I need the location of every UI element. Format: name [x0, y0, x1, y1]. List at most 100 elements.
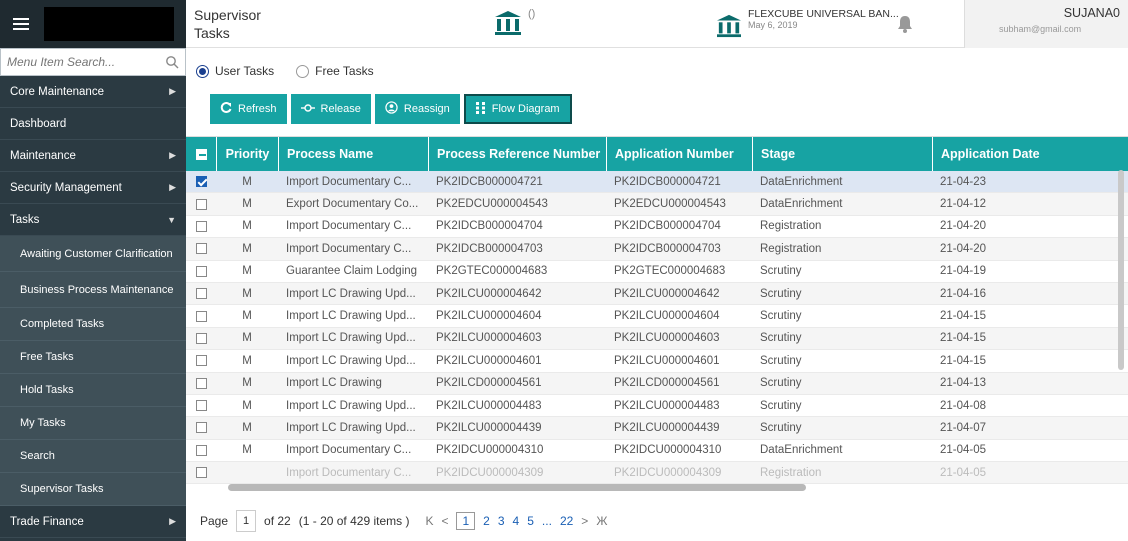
column-header-process-name[interactable]: Process Name [278, 137, 428, 171]
table-row[interactable]: M Import LC Drawing PK2ILCD000004561 PK2ILC… [186, 372, 1128, 395]
row-checkbox[interactable] [195, 355, 207, 367]
page-link-4[interactable]: 4 [513, 514, 520, 528]
grid-body: M Import Documentary C... PK2IDCB000004721… [186, 171, 1128, 485]
page-number-input[interactable]: 1 [236, 510, 257, 532]
user-menu[interactable]: SUJANA0 subham@gmail.com [964, 0, 1128, 48]
table-row[interactable]: M Import LC Drawing Upd... PK2ILCU00000460… [186, 350, 1128, 373]
last-page-icon[interactable]: Ж [596, 514, 607, 528]
row-checkbox[interactable] [195, 310, 207, 322]
page-link-22[interactable]: 22 [560, 514, 573, 528]
row-checkbox[interactable] [195, 332, 207, 344]
row-checkbox[interactable] [195, 243, 207, 255]
top-header: Supervisor Tasks () FLEXCUBE UNIVERSAL B… [186, 0, 1128, 48]
row-checkbox[interactable] [195, 288, 207, 300]
page-link-2[interactable]: 2 [483, 514, 490, 528]
row-checkbox-cell[interactable] [186, 467, 216, 479]
page-link-3[interactable]: 3 [498, 514, 505, 528]
table-row[interactable]: M Import Documentary C... PK2IDCB000004721… [186, 171, 1128, 194]
sidebar-subitem-business-process-maintenance[interactable]: Business Process Maintenance [0, 272, 186, 308]
hamburger-menu-icon[interactable] [8, 11, 34, 37]
column-header-priority[interactable]: Priority [216, 137, 278, 171]
cell-priority: M [242, 421, 252, 434]
row-checkbox-cell[interactable] [186, 220, 216, 232]
table-row[interactable]: Import Documentary C... PK2IDCU000004309 P… [186, 462, 1128, 485]
row-checkbox-cell[interactable] [186, 400, 216, 412]
cell-application-date: 21-04-15 [940, 310, 987, 323]
sidebar-subitem-awaiting-customer-clarification[interactable]: Awaiting Customer Clarification [0, 236, 186, 272]
row-checkbox[interactable] [195, 198, 207, 210]
previous-page-icon[interactable]: < [441, 514, 448, 528]
column-header-process-reference-number[interactable]: Process Reference Number [428, 137, 606, 171]
flow-diagram-button[interactable]: Flow Diagram [463, 94, 572, 124]
row-checkbox-cell[interactable] [186, 444, 216, 456]
row-checkbox-cell[interactable] [186, 355, 216, 367]
row-checkbox-cell[interactable] [186, 198, 216, 210]
table-row[interactable]: M Import LC Drawing Upd... PK2ILCU00000464… [186, 282, 1128, 306]
reassign-button[interactable]: Reassign [374, 94, 460, 124]
bell-icon[interactable] [896, 14, 914, 34]
table-row[interactable]: M Import LC Drawing Upd... PK2ILCU00000443… [186, 417, 1128, 440]
horizontal-scrollbar[interactable] [228, 484, 806, 491]
row-checkbox[interactable] [195, 265, 207, 277]
table-row[interactable]: M Import Documentary C... PK2IDCB000004704… [186, 216, 1128, 239]
select-all-checkbox[interactable] [195, 148, 207, 160]
row-checkbox-cell[interactable] [186, 288, 216, 300]
cell-application-date: 21-04-05 [940, 444, 987, 457]
row-checkbox[interactable] [195, 377, 207, 389]
table-row[interactable]: M Guarantee Claim Lodging PK2GTEC000004683… [186, 261, 1128, 283]
sidebar-subitem-free-tasks[interactable]: Free Tasks [0, 341, 186, 374]
cell-stage: DataEnrichment [760, 198, 843, 211]
sidebar-subitem-label: Awaiting Customer Clarification [20, 247, 173, 260]
next-page-icon[interactable]: > [581, 514, 588, 528]
row-checkbox-cell[interactable] [186, 332, 216, 344]
page-link-5[interactable]: 5 [527, 514, 534, 528]
column-header-application-number[interactable]: Application Number [606, 137, 752, 171]
sidebar-subitem-my-tasks[interactable]: My Tasks [0, 407, 186, 440]
table-row[interactable]: M Import LC Drawing Upd... PK2ILCU00000460… [186, 327, 1128, 351]
page-link-ellipsis[interactable]: ... [542, 514, 552, 528]
table-row[interactable]: M Import Documentary C... PK2IDCB000004703… [186, 238, 1128, 261]
select-all-checkbox-cell[interactable] [186, 137, 216, 171]
row-checkbox-cell[interactable] [186, 422, 216, 434]
first-page-icon[interactable]: K [425, 514, 433, 528]
row-checkbox-cell[interactable] [186, 176, 216, 188]
row-checkbox[interactable] [195, 467, 207, 479]
refresh-button[interactable]: Refresh [210, 94, 287, 124]
column-header-stage[interactable]: Stage [752, 137, 932, 171]
sidebar-item-dashboard[interactable]: Dashboard [0, 108, 186, 140]
vertical-scrollbar[interactable] [1118, 170, 1124, 370]
sidebar-item-core-maintenance[interactable]: Core Maintenance ▶ [0, 76, 186, 108]
row-checkbox[interactable] [195, 444, 207, 456]
row-checkbox-cell[interactable] [186, 377, 216, 389]
sidebar-item-trade-finance[interactable]: Trade Finance ▶ [0, 506, 186, 538]
branch-bank-icon[interactable] [716, 14, 742, 38]
page-link-1[interactable]: 1 [456, 512, 476, 530]
release-button[interactable]: Release [290, 94, 371, 124]
search-icon[interactable] [165, 55, 179, 69]
bank-icon[interactable] [494, 10, 522, 36]
row-checkbox[interactable] [195, 176, 207, 188]
table-row[interactable]: M Import LC Drawing Upd... PK2ILCU00000448… [186, 395, 1128, 418]
sidebar-subitem-search[interactable]: Search [0, 440, 186, 473]
sidebar-item-maintenance[interactable]: Maintenance ▶ [0, 140, 186, 172]
table-row[interactable]: M Import LC Drawing Upd... PK2ILCU00000460… [186, 305, 1128, 328]
table-row[interactable]: M Export Documentary Co... PK2EDCU00000454… [186, 193, 1128, 216]
row-checkbox[interactable] [195, 422, 207, 434]
user-tasks-label[interactable]: User Tasks [215, 64, 274, 78]
sidebar-subitem-supervisor-tasks[interactable]: Supervisor Tasks [0, 473, 186, 506]
row-checkbox-cell[interactable] [186, 265, 216, 277]
sidebar-item-tasks[interactable]: Tasks ▼ [0, 204, 186, 236]
sidebar-item-security-management[interactable]: Security Management ▶ [0, 172, 186, 204]
row-checkbox[interactable] [195, 400, 207, 412]
row-checkbox[interactable] [195, 220, 207, 232]
row-checkbox-cell[interactable] [186, 310, 216, 322]
row-checkbox-cell[interactable] [186, 243, 216, 255]
free-tasks-radio[interactable] [296, 64, 310, 78]
column-header-application-date[interactable]: Application Date [932, 137, 1098, 171]
sidebar-subitem-completed-tasks[interactable]: Completed Tasks [0, 308, 186, 341]
user-tasks-radio[interactable] [196, 64, 209, 78]
table-row[interactable]: M Import Documentary C... PK2IDCU000004310… [186, 440, 1128, 463]
free-tasks-label[interactable]: Free Tasks [315, 64, 373, 78]
sidebar-subitem-hold-tasks[interactable]: Hold Tasks [0, 374, 186, 407]
menu-search-input[interactable] [7, 55, 165, 69]
